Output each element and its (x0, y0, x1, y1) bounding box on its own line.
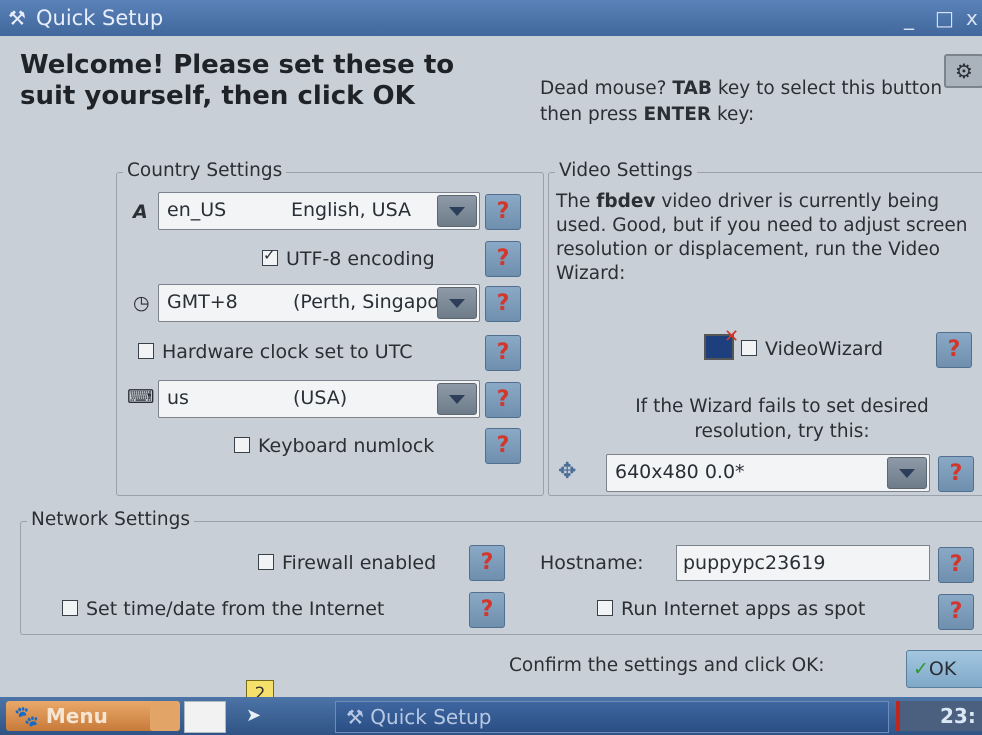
utf8-help-button[interactable]: ? (485, 241, 521, 277)
window-title: Quick Setup (36, 6, 164, 30)
clock: 23: (900, 701, 982, 731)
country-settings-legend: Country Settings (123, 160, 287, 181)
keyboard-help-button[interactable]: ? (485, 382, 521, 418)
numlock-checkbox[interactable]: Keyboard numlock (234, 435, 434, 457)
ok-label: OK (928, 658, 957, 680)
dead-mouse-hint: Dead mouse? TAB key to select this butto… (540, 78, 943, 125)
chevron-down-icon[interactable] (887, 457, 927, 489)
resolution-select[interactable]: 640x480 0.0* (606, 454, 930, 492)
settime-check-box[interactable] (62, 600, 78, 616)
confirm-text: Confirm the settings and click OK: (509, 655, 825, 676)
spot-help-button[interactable]: ? (938, 594, 974, 630)
utf8-check-box[interactable] (262, 246, 278, 266)
resolution-value: 640x480 0.0* (615, 461, 745, 483)
checkmark-icon: ✓ (913, 658, 929, 680)
title-bar: ⚒ Quick Setup _ □ x (0, 0, 982, 36)
cursor-icon: ➤ (246, 705, 262, 726)
video-driver-text: The fbdev video driver is currently bein… (556, 191, 968, 284)
keyboard-icon: ⌨ (127, 386, 155, 408)
utf8-checkbox[interactable]: UTF-8 encoding (262, 246, 435, 270)
taskbar-item-label: Quick Setup (370, 705, 492, 729)
hostname-help-button[interactable]: ? (938, 547, 974, 583)
dead-mouse-ok-button[interactable]: ⚙ (944, 54, 982, 88)
taskbar: 🐾 Menu ➤ ⚒ Quick Setup 23: (0, 697, 982, 735)
locale-icon: A (133, 201, 148, 223)
firewall-label: Firewall enabled (282, 552, 437, 574)
spot-checkbox[interactable]: Run Internet apps as spot (597, 598, 865, 620)
videowizard-label: VideoWizard (765, 338, 884, 360)
locale-help-button[interactable]: ? (485, 194, 521, 230)
network-settings-legend: Network Settings (27, 509, 195, 530)
videowizard-help-button[interactable]: ? (936, 332, 972, 368)
hwclock-help-button[interactable]: ? (485, 335, 521, 371)
locale-code: en_US (167, 199, 227, 221)
timezone-code: GMT+8 (167, 291, 238, 313)
puppy-icon: 🐾 (14, 704, 39, 728)
drive-icon[interactable] (150, 701, 180, 731)
settime-label: Set time/date from the Internet (86, 598, 385, 620)
minimize-button[interactable]: _ (904, 6, 914, 30)
timezone-help-button[interactable]: ? (485, 286, 521, 322)
numlock-label: Keyboard numlock (258, 435, 435, 457)
menu-label: Menu (45, 704, 108, 728)
keyboard-name: (USA) (293, 387, 348, 409)
utf8-label: UTF-8 encoding (286, 248, 435, 270)
videowizard-checkbox[interactable]: VideoWizard (741, 338, 883, 360)
videowizard-check-box[interactable] (741, 340, 757, 356)
menu-button[interactable]: 🐾 Menu (6, 701, 154, 731)
wizard-fail-text: If the Wizard fails to set desired resol… (635, 396, 929, 442)
settime-help-button[interactable]: ? (469, 592, 505, 628)
locale-select[interactable]: en_US English, USA (158, 192, 480, 230)
chevron-down-icon[interactable] (437, 383, 477, 415)
video-settings-legend: Video Settings (555, 160, 697, 181)
spot-label: Run Internet apps as spot (621, 598, 866, 620)
clock-icon: ◷ (133, 292, 150, 314)
hwclock-checkbox[interactable]: Hardware clock set to UTC (138, 341, 412, 363)
cross-icon: ✕ (724, 326, 740, 347)
resize-arrows-icon: ✥ (558, 459, 577, 484)
globe-icon: ⚙ (955, 59, 973, 83)
timezone-select[interactable]: GMT+8 (Perth, Singapore (158, 284, 480, 322)
chevron-down-icon[interactable] (437, 195, 477, 227)
hwclock-label: Hardware clock set to UTC (162, 341, 413, 363)
maximize-button[interactable]: □ (935, 6, 954, 30)
spot-check-box[interactable] (597, 600, 613, 616)
locale-name: English, USA (291, 199, 412, 221)
resolution-help-button[interactable]: ? (938, 456, 974, 492)
hwclock-check-box[interactable] (138, 343, 154, 359)
numlock-help-button[interactable]: ? (485, 428, 521, 464)
firewall-check-box[interactable] (258, 554, 274, 570)
close-button[interactable]: x (966, 6, 978, 30)
welcome-heading: Welcome! Please set these to suit yourse… (20, 50, 455, 111)
hostname-input[interactable]: puppypc23619 (676, 545, 930, 581)
workspace-pager[interactable] (184, 701, 226, 733)
firewall-checkbox[interactable]: Firewall enabled (258, 552, 436, 574)
taskbar-item-quick-setup[interactable]: ⚒ Quick Setup (335, 701, 889, 733)
numlock-check-box[interactable] (234, 437, 250, 453)
keyboard-code: us (167, 387, 189, 409)
timezone-name: (Perth, Singapore (293, 291, 439, 313)
wrench-icon: ⚒ (8, 6, 26, 30)
ok-button[interactable]: ✓OK (906, 650, 982, 688)
wrench-icon: ⚒ (346, 705, 364, 729)
settime-checkbox[interactable]: Set time/date from the Internet (62, 598, 384, 620)
chevron-down-icon[interactable] (437, 287, 477, 319)
firewall-help-button[interactable]: ? (469, 545, 505, 581)
hostname-label: Hostname: (540, 552, 644, 574)
keyboard-select[interactable]: us (USA) (158, 380, 480, 418)
